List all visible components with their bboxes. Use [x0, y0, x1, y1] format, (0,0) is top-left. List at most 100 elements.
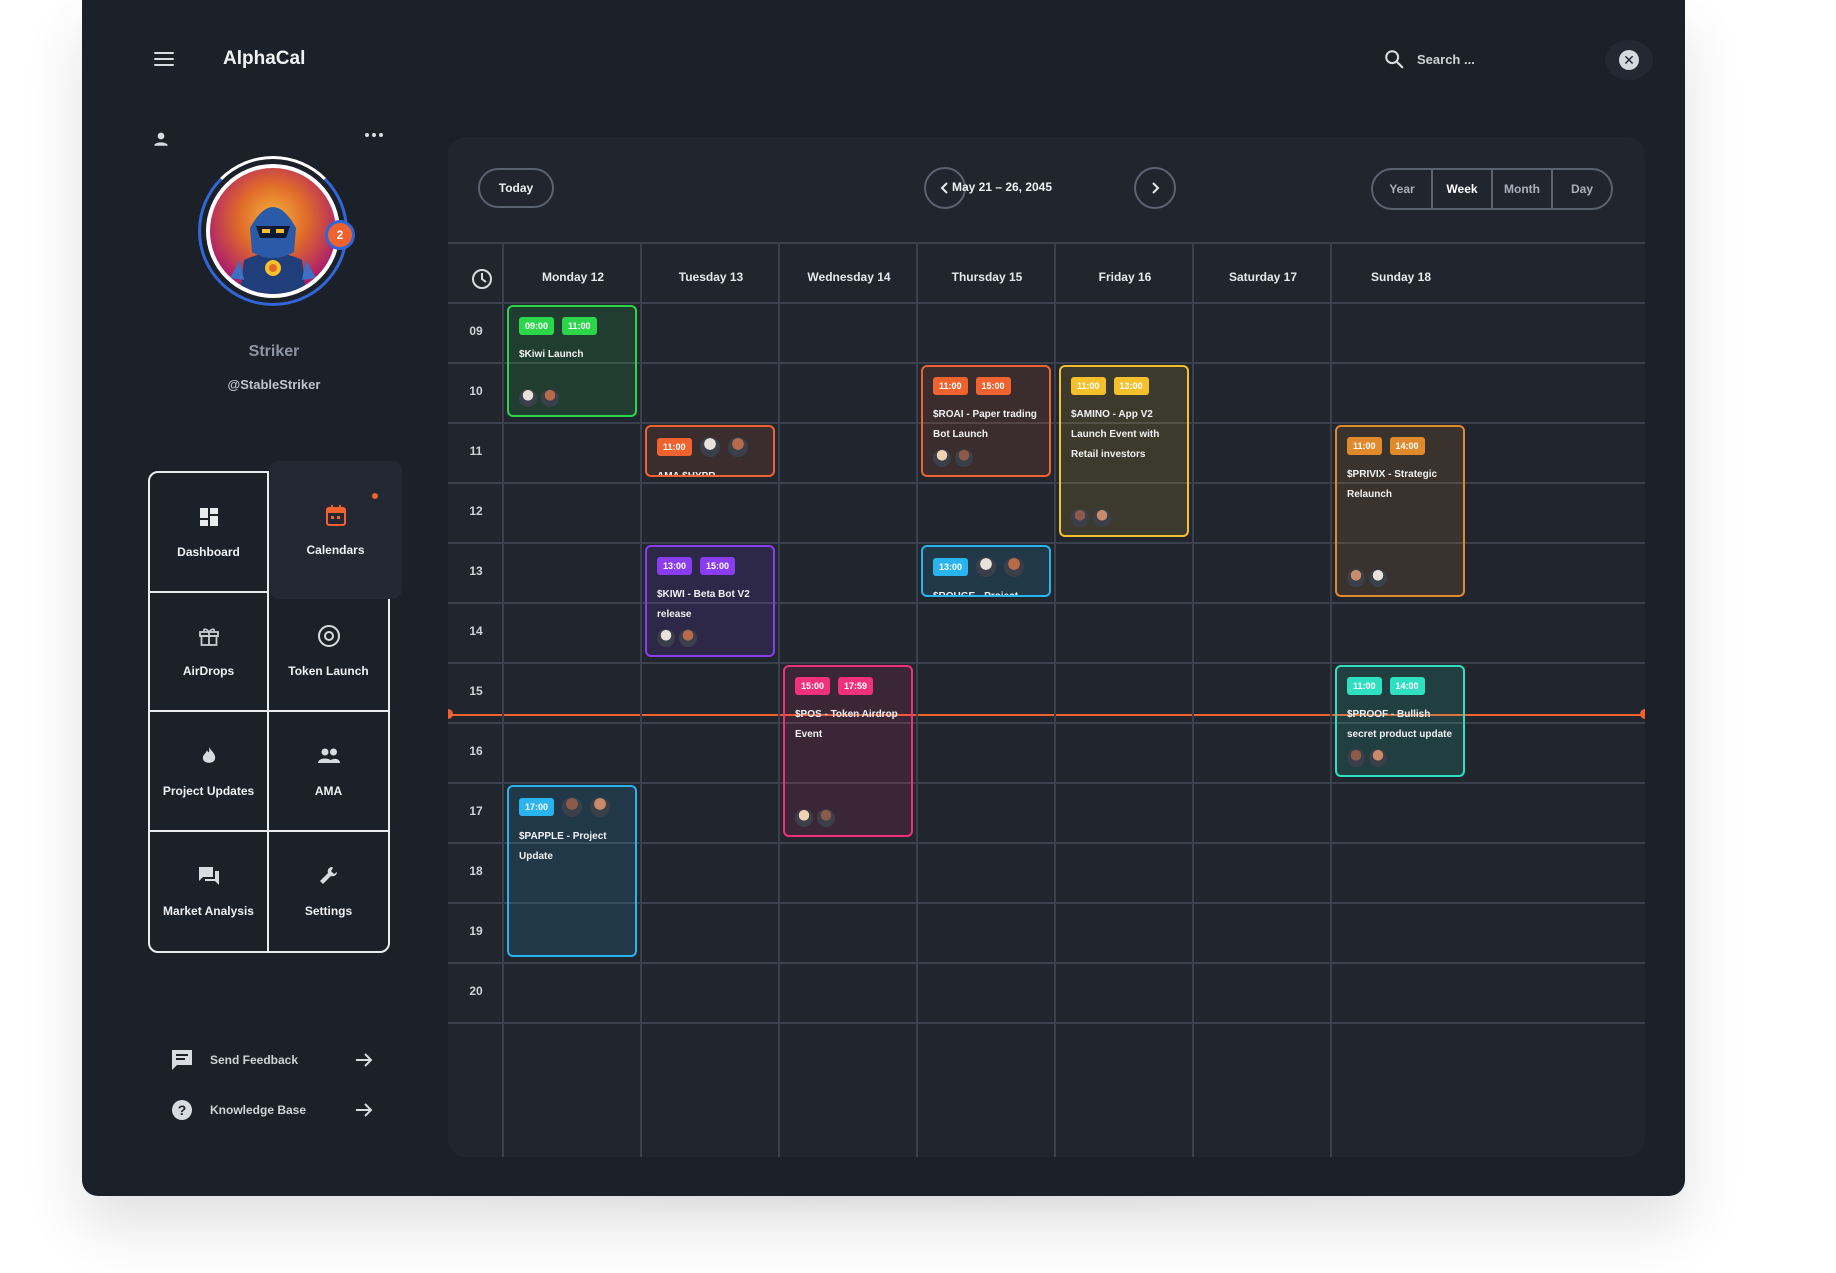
event-attendees — [933, 449, 973, 467]
grid-row-line — [448, 1022, 1645, 1024]
target-icon — [317, 624, 341, 648]
view-year-button[interactable]: Year — [1373, 170, 1433, 208]
nav-label: AMA — [314, 783, 343, 798]
robot-avatar-illustration — [230, 207, 316, 294]
attendee-avatar[interactable] — [1369, 569, 1387, 587]
close-icon: ✕ — [1619, 50, 1639, 70]
calendar-event[interactable]: 11:00 14:00 $PRIVIX - Strategic Relaunch — [1335, 425, 1465, 597]
day-header[interactable]: Thursday 15 — [918, 270, 1056, 284]
event-end-time: 13:00 — [1113, 377, 1149, 395]
day-header[interactable]: Tuesday 13 — [642, 270, 780, 284]
user-handle: @StableStriker — [227, 377, 321, 392]
week-grid: Monday 12 Tuesday 13 Wednesday 14 Thursday … — [448, 242, 1645, 1157]
event-start-time: 11:00 — [1347, 437, 1382, 455]
event-start-time: 13:00 — [933, 558, 969, 576]
user-name: Striker — [248, 343, 300, 360]
search-input[interactable] — [1417, 46, 1557, 72]
calendar-event[interactable]: 11:00 13:00 $AMINO - App V2 Launch Event w… — [1059, 365, 1189, 537]
event-times: 11:00 14:00 — [1347, 677, 1453, 695]
calendar-event[interactable]: 09:00 11:00 $Kiwi Launch — [507, 305, 637, 417]
view-week-button[interactable]: Week — [1433, 170, 1493, 208]
people-icon — [317, 744, 341, 768]
attendee-avatar[interactable] — [976, 557, 997, 577]
nav-item-token-launch[interactable]: Token Launch — [269, 593, 388, 712]
calendar-event[interactable]: 13:00 15:00 $KIWI - Beta Bot V2 release — [645, 545, 775, 657]
attendee-avatar[interactable] — [727, 437, 748, 457]
attendee-avatar[interactable] — [679, 629, 697, 647]
event-attendees — [657, 629, 697, 647]
nav-item-market-analysis[interactable]: Market Analysis — [150, 831, 269, 951]
attendee-avatar[interactable] — [1071, 509, 1089, 527]
attendee-avatar[interactable] — [795, 809, 813, 827]
calendar-event[interactable]: 11:00 AMA $HYPR — [645, 425, 775, 477]
knowledge-base-link[interactable]: ? Knowledge Base — [170, 1096, 374, 1124]
attendee-avatar[interactable] — [519, 389, 537, 407]
nav-item-ama[interactable]: AMA — [269, 712, 388, 832]
attendee-avatar[interactable] — [955, 449, 973, 467]
hour-label: 13 — [469, 564, 483, 578]
attendee-avatar[interactable] — [1369, 749, 1387, 767]
attendee-avatar[interactable] — [657, 629, 675, 647]
event-title: $Kiwi Launch — [519, 349, 584, 360]
help-icon: ? — [172, 1100, 192, 1120]
event-title: $ROUGE - Project Update — [933, 591, 1019, 597]
calendar-event[interactable]: 13:00 $ROUGE - Project Update — [921, 545, 1051, 597]
event-end-time: 14:00 — [1389, 677, 1425, 695]
attendee-avatar[interactable] — [590, 797, 611, 817]
hour-label: 11 — [469, 444, 483, 458]
attendee-avatar[interactable] — [541, 389, 559, 407]
close-button[interactable]: ✕ — [1605, 40, 1653, 80]
event-title: $PAPPLE - Project Update — [519, 831, 607, 862]
current-time-line — [448, 714, 1645, 716]
view-month-button[interactable]: Month — [1493, 170, 1553, 208]
event-start-time: 15:00 — [795, 677, 831, 695]
nav-item-settings[interactable]: Settings — [269, 832, 388, 952]
calendar-event[interactable]: 15:00 17:59 $POS - Token Airdrop Event — [783, 665, 913, 837]
day-header[interactable]: Friday 16 — [1056, 270, 1194, 284]
hour-label: 09 — [469, 324, 483, 338]
grid-column-line — [1054, 242, 1056, 1157]
hour-label: 10 — [469, 384, 483, 398]
attendee-avatar[interactable] — [1347, 569, 1365, 587]
search-icon[interactable] — [1383, 48, 1405, 70]
attendee-avatar[interactable] — [1093, 509, 1111, 527]
more-options-icon[interactable] — [364, 130, 384, 140]
avatar[interactable] — [206, 164, 340, 298]
hamburger-menu-icon[interactable] — [154, 52, 174, 68]
event-title: $KIWI - Beta Bot V2 release — [657, 589, 750, 620]
grid-column-line — [640, 242, 642, 1157]
nav-item-calendars[interactable]: Calendars — [269, 461, 402, 599]
arrow-right-icon — [356, 1053, 373, 1067]
calendar-event[interactable]: 11:00 15:00 $ROAI - Paper trading Bot Laun… — [921, 365, 1051, 477]
nav-label: Project Updates — [162, 783, 255, 798]
event-times: 13:00 15:00 — [657, 557, 763, 575]
event-title: $AMINO - App V2 Launch Event with Retail… — [1071, 409, 1160, 460]
attendee-avatar[interactable] — [1347, 749, 1365, 767]
nav-item-airdrops[interactable]: AirDrops — [150, 592, 269, 712]
view-day-button[interactable]: Day — [1553, 170, 1611, 208]
attendee-avatar[interactable] — [817, 809, 835, 827]
calendar-event[interactable]: 11:00 14:00 $PROOF - Bullish secret produc… — [1335, 665, 1465, 777]
attendee-avatar[interactable] — [933, 449, 951, 467]
attendee-avatar[interactable] — [562, 797, 583, 817]
send-feedback-label: Send Feedback — [210, 1053, 299, 1067]
send-feedback-link[interactable]: Send Feedback — [170, 1046, 374, 1074]
user-icon[interactable] — [152, 130, 170, 148]
nav-item-dashboard[interactable]: Dashboard — [150, 473, 269, 593]
unread-dot — [372, 493, 378, 499]
calendar-event[interactable]: 17:00 $PAPPLE - Project Update — [507, 785, 637, 957]
nav-label: Settings — [304, 904, 353, 919]
day-header[interactable]: Wednesday 14 — [780, 270, 918, 284]
nav-label: AirDrops — [182, 664, 235, 679]
today-button[interactable]: Today — [478, 168, 554, 208]
next-week-button[interactable] — [1134, 167, 1176, 209]
event-attendees — [795, 809, 835, 827]
nav-label: Dashboard — [177, 544, 240, 559]
day-header[interactable]: Sunday 18 — [1332, 270, 1470, 284]
nav-item-project-updates[interactable]: Project Updates — [150, 712, 269, 832]
day-header[interactable]: Monday 12 — [504, 270, 642, 284]
attendee-avatar[interactable] — [1004, 557, 1025, 577]
event-title: $PROOF - Bullish secret product update — [1347, 709, 1453, 740]
day-header[interactable]: Saturday 17 — [1194, 270, 1332, 284]
attendee-avatar[interactable] — [699, 437, 720, 457]
